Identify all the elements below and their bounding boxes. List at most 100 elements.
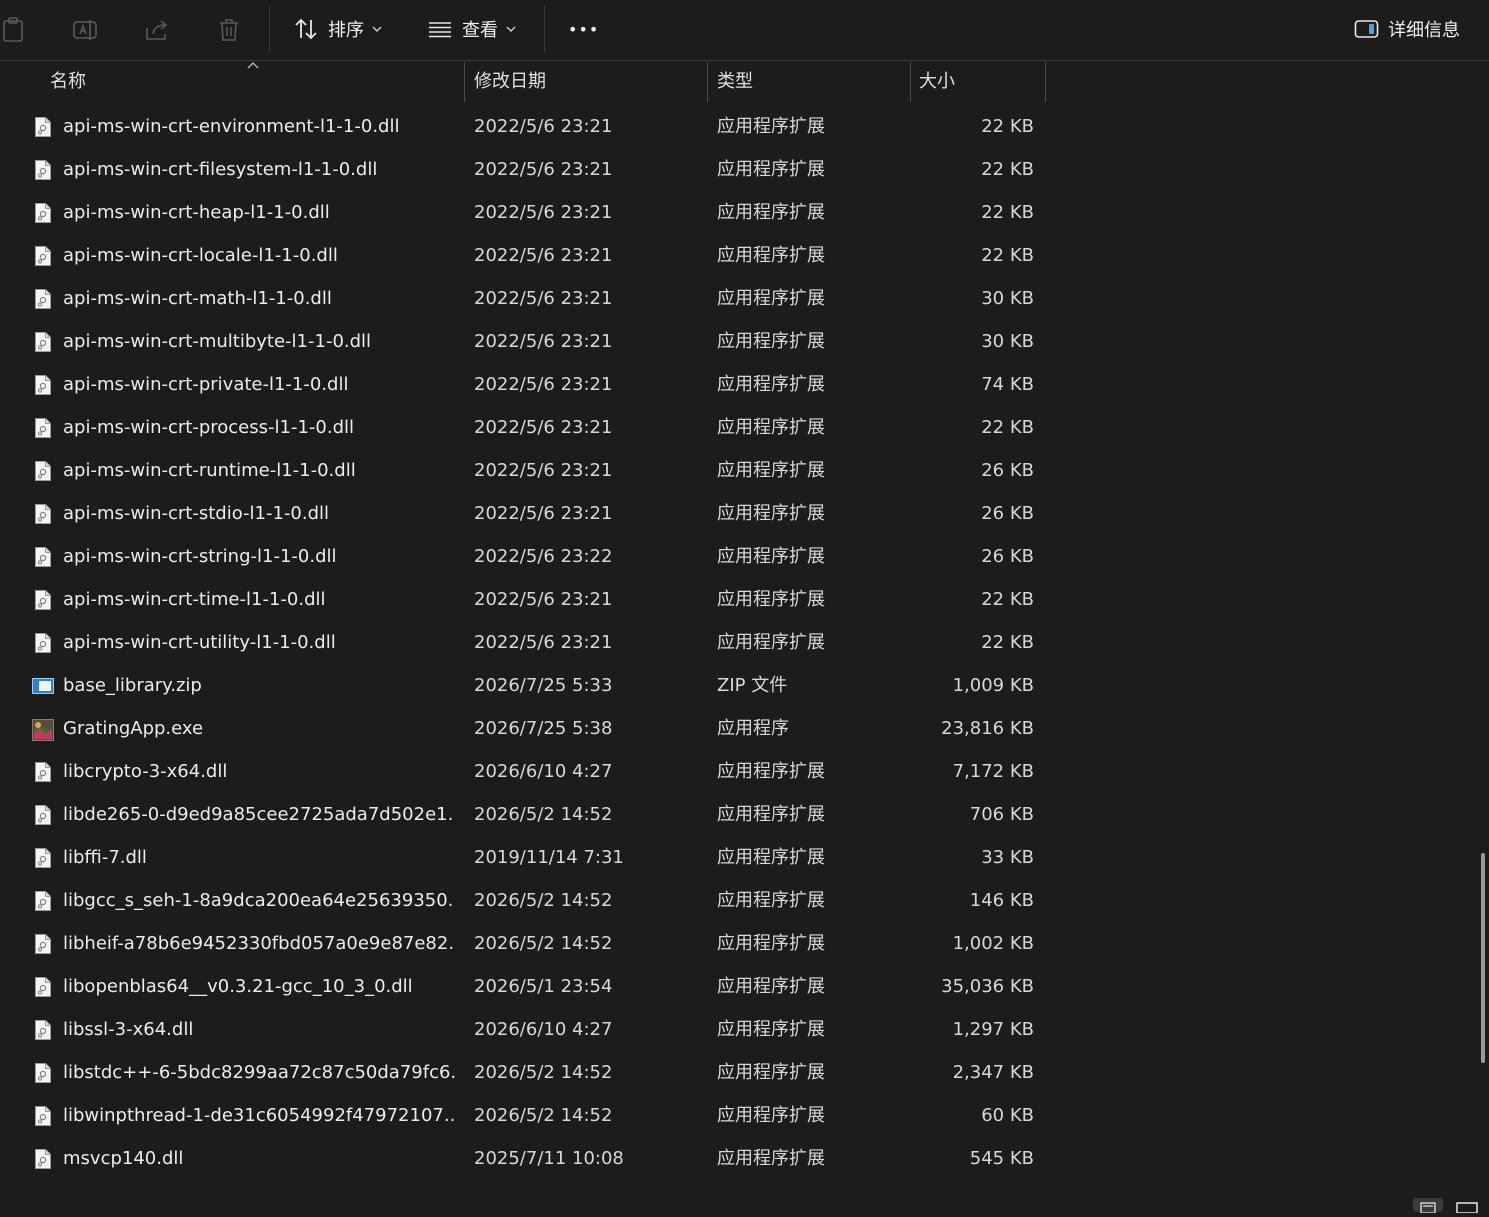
file-size: 22 KB <box>981 589 1034 610</box>
sort-button[interactable]: 排序 <box>292 12 382 46</box>
toolbar-divider <box>269 6 270 52</box>
share-icon[interactable] <box>141 14 173 46</box>
file-row[interactable]: libgcc_s_seh-1-8a9dca200ea64e25639350...… <box>0 879 1476 922</box>
file-size: 22 KB <box>981 202 1034 223</box>
file-row[interactable]: libffi-7.dll 2019/11/14 7:31 应用程序扩展 33 KB <box>0 836 1476 879</box>
details-pane-button[interactable]: 详细信息 <box>1354 12 1460 46</box>
file-row[interactable]: api-ms-win-crt-runtime-l1-1-0.dll 2022/5/… <box>0 449 1476 492</box>
file-modified-date: 2026/5/1 23:54 <box>474 976 613 997</box>
file-row[interactable]: api-ms-win-crt-environment-l1-1-0.dll 202… <box>0 105 1476 148</box>
file-type: ZIP 文件 <box>717 675 788 696</box>
file-type: 应用程序扩展 <box>717 976 825 997</box>
sort-label: 排序 <box>328 20 364 41</box>
tiles-view-toggle[interactable] <box>1455 1198 1485 1214</box>
chevron-down-icon <box>372 26 382 32</box>
file-row[interactable]: libde265-0-d9ed9a85cee2725ada7d502e1... 2… <box>0 793 1476 836</box>
file-row[interactable]: libopenblas64__v0.3.21-gcc_10_3_0.dll 202… <box>0 965 1476 1008</box>
file-size: 35,036 KB <box>941 976 1034 997</box>
column-divider[interactable] <box>464 62 465 102</box>
file-modified-date: 2026/6/10 4:27 <box>474 1019 613 1040</box>
file-size: 1,009 KB <box>952 675 1034 696</box>
file-row[interactable]: api-ms-win-crt-utility-l1-1-0.dll 2022/5/… <box>0 621 1476 664</box>
column-divider[interactable] <box>1045 62 1046 102</box>
dll-file-icon <box>34 1105 54 1127</box>
view-label: 查看 <box>462 20 498 41</box>
file-size: 706 KB <box>969 804 1034 825</box>
file-row[interactable]: api-ms-win-crt-filesystem-l1-1-0.dll 2022… <box>0 148 1476 191</box>
file-size: 26 KB <box>981 503 1034 524</box>
view-button[interactable]: 查看 <box>426 12 516 46</box>
file-type: 应用程序扩展 <box>717 589 825 610</box>
file-modified-date: 2026/5/2 14:52 <box>474 890 613 911</box>
exe-app-icon <box>32 719 54 741</box>
file-row[interactable]: api-ms-win-crt-multibyte-l1-1-0.dll 2022/… <box>0 320 1476 363</box>
file-name: base_library.zip <box>63 675 202 696</box>
file-row[interactable]: GratingApp.exe 2026/7/25 5:38 应用程序 23,816 K… <box>0 707 1476 750</box>
column-header-size[interactable]: 大小 <box>919 62 955 102</box>
dll-file-icon <box>34 1148 54 1170</box>
column-header-date[interactable]: 修改日期 <box>474 62 546 102</box>
file-size: 22 KB <box>981 632 1034 653</box>
file-row[interactable]: libwinpthread-1-de31c6054992f47972107...… <box>0 1094 1476 1137</box>
file-size: 22 KB <box>981 245 1034 266</box>
file-type: 应用程序扩展 <box>717 933 825 954</box>
file-modified-date: 2026/7/25 5:38 <box>474 718 613 739</box>
dll-file-icon <box>34 890 54 912</box>
dll-file-icon <box>34 331 54 353</box>
file-row[interactable]: api-ms-win-crt-stdio-l1-1-0.dll 2022/5/6 … <box>0 492 1476 535</box>
dll-file-icon <box>34 589 54 611</box>
file-row[interactable]: libheif-a78b6e9452330fbd057a0e9e87e82...… <box>0 922 1476 965</box>
dll-file-icon <box>34 374 54 396</box>
file-name: libffi-7.dll <box>63 847 147 868</box>
file-size: 545 KB <box>969 1148 1034 1169</box>
column-divider[interactable] <box>910 62 911 102</box>
dll-file-icon <box>34 1019 54 1041</box>
file-modified-date: 2026/5/2 14:52 <box>474 933 613 954</box>
file-row[interactable]: api-ms-win-crt-heap-l1-1-0.dll 2022/5/6 2… <box>0 191 1476 234</box>
view-list-icon <box>429 22 451 38</box>
file-type: 应用程序扩展 <box>717 1148 825 1169</box>
file-size: 30 KB <box>981 288 1034 309</box>
details-view-toggle[interactable] <box>1413 1198 1443 1214</box>
file-size: 26 KB <box>981 460 1034 481</box>
vertical-scrollbar-thumb[interactable] <box>1481 853 1485 1063</box>
file-row[interactable]: api-ms-win-crt-time-l1-1-0.dll 2022/5/6 2… <box>0 578 1476 621</box>
file-modified-date: 2026/5/2 14:52 <box>474 1062 613 1083</box>
paste-icon[interactable] <box>0 14 32 46</box>
column-divider[interactable] <box>707 62 708 102</box>
file-size: 60 KB <box>981 1105 1034 1126</box>
file-row[interactable]: libcrypto-3-x64.dll 2026/6/10 4:27 应用程序扩展 7… <box>0 750 1476 793</box>
file-name: libcrypto-3-x64.dll <box>63 761 228 782</box>
file-size: 7,172 KB <box>952 761 1034 782</box>
more-options-button[interactable]: ••• <box>568 12 599 46</box>
rename-icon[interactable] <box>69 14 101 46</box>
file-row[interactable]: base_library.zip 2026/7/25 5:33 ZIP 文件 1,00… <box>0 664 1476 707</box>
dll-file-icon <box>34 460 54 482</box>
file-modified-date: 2026/6/10 4:27 <box>474 761 613 782</box>
dll-file-icon <box>34 976 54 998</box>
file-size: 22 KB <box>981 116 1034 137</box>
file-name: api-ms-win-crt-math-l1-1-0.dll <box>63 288 332 309</box>
file-name: api-ms-win-crt-runtime-l1-1-0.dll <box>63 460 356 481</box>
file-modified-date: 2022/5/6 23:22 <box>474 546 613 567</box>
file-row[interactable]: msvcp140.dll 2025/7/11 10:08 应用程序扩展 545 KB <box>0 1137 1476 1180</box>
file-name: api-ms-win-crt-environment-l1-1-0.dll <box>63 116 400 137</box>
column-header-name[interactable]: 名称 <box>50 62 86 102</box>
file-size: 30 KB <box>981 331 1034 352</box>
column-header-type[interactable]: 类型 <box>717 62 753 102</box>
file-row[interactable]: libstdc++-6-5bdc8299aa72c87c50da79fc6...… <box>0 1051 1476 1094</box>
file-type: 应用程序扩展 <box>717 804 825 825</box>
file-size: 74 KB <box>981 374 1034 395</box>
delete-icon[interactable] <box>213 14 245 46</box>
file-type: 应用程序扩展 <box>717 374 825 395</box>
file-row[interactable]: api-ms-win-crt-locale-l1-1-0.dll 2022/5/6… <box>0 234 1476 277</box>
file-row[interactable]: api-ms-win-crt-process-l1-1-0.dll 2022/5/… <box>0 406 1476 449</box>
file-size: 2,347 KB <box>952 1062 1034 1083</box>
file-row[interactable]: api-ms-win-crt-math-l1-1-0.dll 2022/5/6 2… <box>0 277 1476 320</box>
file-row[interactable]: api-ms-win-crt-string-l1-1-0.dll 2022/5/6… <box>0 535 1476 578</box>
file-row[interactable]: libssl-3-x64.dll 2026/6/10 4:27 应用程序扩展 1,29… <box>0 1008 1476 1051</box>
dll-file-icon <box>34 417 54 439</box>
file-row[interactable]: api-ms-win-crt-private-l1-1-0.dll 2022/5/… <box>0 363 1476 406</box>
file-modified-date: 2022/5/6 23:21 <box>474 202 613 223</box>
dll-file-icon <box>34 847 54 869</box>
